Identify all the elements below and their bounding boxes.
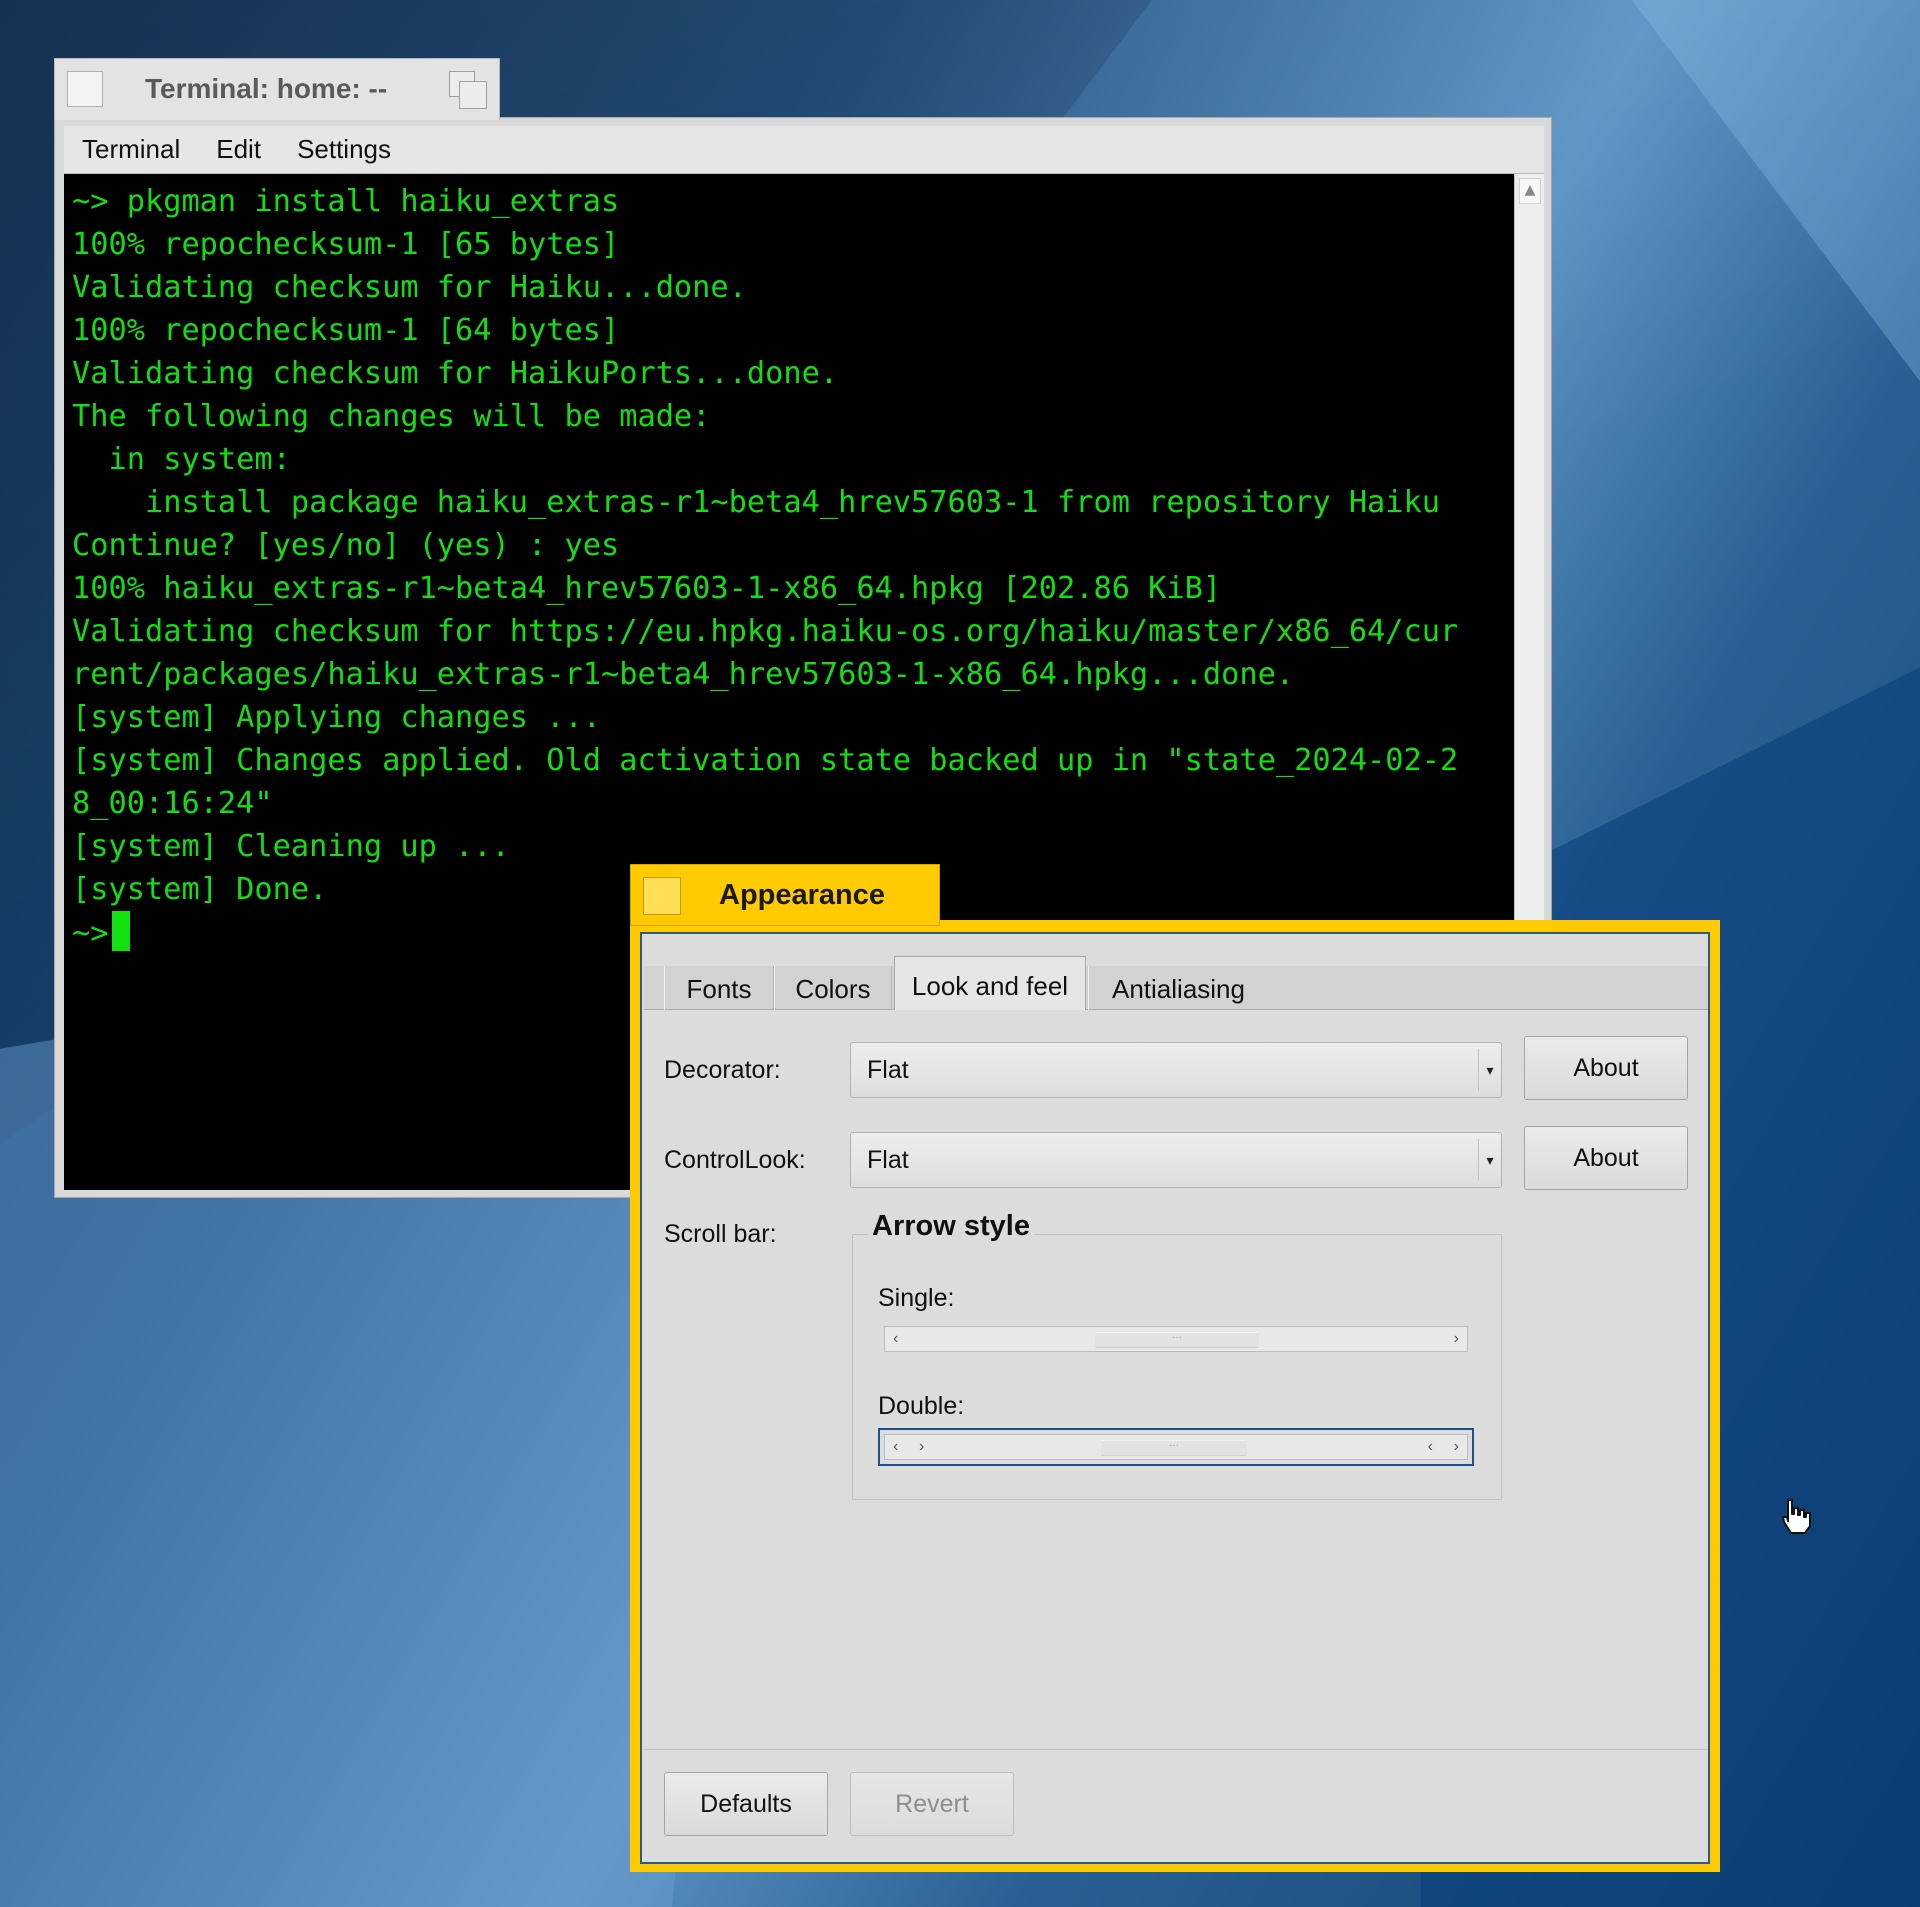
scroll-bar-label: Scroll bar: [664,1220,777,1248]
decorator-about-button[interactable]: About [1524,1036,1688,1100]
zoom-icon[interactable] [449,71,487,109]
double-arrow-scrollbar-option[interactable]: ‹ › ··· ‹ › [884,1434,1468,1460]
arrow-left-icon: ‹ [1427,1438,1433,1455]
single-arrow-scrollbar-option[interactable]: ‹ ··· › [884,1326,1468,1352]
controllook-label: ControlLook: [664,1146,806,1174]
menu-settings[interactable]: Settings [279,134,409,165]
scrollbar-thumb: ··· [1101,1440,1247,1456]
appearance-window-title: Appearance [719,879,886,911]
terminal-line: Validating checksum for Haiku...done. [72,270,747,305]
arrow-right-icon: › [1453,1438,1459,1455]
tab-fonts[interactable]: Fonts [664,966,774,1010]
terminal-line: [system] Applying changes ... [72,700,601,735]
terminal-line: install package haiku_extras-r1~beta4_hr… [72,485,1441,520]
chevron-down-icon: ▾ [1478,1139,1501,1181]
terminal-line: Validating checksum for https://eu.hpkg.… [72,614,1459,649]
terminal-line: ~> pkgman install haiku_extras [72,184,620,219]
arrow-style-title: Arrow style [868,1210,1034,1243]
menu-edit[interactable]: Edit [198,134,279,165]
terminal-line: in system: [72,442,291,477]
tab-look-and-feel[interactable]: Look and feel [894,956,1086,1010]
chevron-down-icon: ▾ [1478,1049,1501,1091]
defaults-button[interactable]: Defaults [664,1772,828,1836]
terminal-line: 100% haiku_extras-r1~beta4_hrev57603-1-x… [72,571,1222,606]
revert-button[interactable]: Revert [850,1772,1014,1836]
hand-pointer-icon [1782,1499,1811,1534]
terminal-menubar: Terminal Edit Settings [64,126,1544,174]
tab-bar: Fonts Colors Look and feel Antialiasing [644,956,1708,1010]
terminal-title-tab[interactable]: Terminal: home: -- [54,58,500,120]
controllook-value: Flat [867,1146,909,1174]
divider [644,1749,1708,1750]
arrow-right-icon: › [919,1438,925,1455]
arrow-left-icon: ‹ [893,1330,899,1347]
terminal-line: [system] Cleaning up ... [72,829,510,864]
terminal-line: 100% repochecksum-1 [64 bytes] [72,313,620,348]
arrow-right-icon: › [1453,1330,1459,1347]
terminal-prompt-line: ~> [72,911,131,955]
scroll-up-arrow-icon[interactable]: ▲ [1519,178,1541,204]
appearance-title-tab[interactable]: Appearance [630,864,940,926]
menu-terminal[interactable]: Terminal [64,134,198,165]
terminal-line: [system] Changes applied. Old activation… [72,743,1459,778]
close-icon[interactable] [643,877,681,915]
terminal-prompt: ~> [72,916,109,951]
terminal-line: Validating checksum for HaikuPorts...don… [72,356,839,391]
terminal-line: Continue? [yes/no] (yes) : yes [72,528,620,563]
arrow-left-icon: ‹ [893,1438,899,1455]
text-cursor [112,911,131,951]
terminal-line: rent/packages/haiku_extras-r1~beta4_hrev… [72,657,1295,692]
tab-antialiasing[interactable]: Antialiasing [1088,966,1268,1010]
terminal-window-title: Terminal: home: -- [145,73,388,104]
terminal-line: [system] Done. [72,872,328,907]
controllook-menu[interactable]: Flat ▾ [850,1132,1502,1188]
terminal-line: The following changes will be made: [72,399,711,434]
close-icon[interactable] [67,71,103,107]
controllook-about-button[interactable]: About [1524,1126,1688,1190]
decorator-value: Flat [867,1056,909,1084]
terminal-line: 100% repochecksum-1 [65 bytes] [72,227,620,262]
decorator-label: Decorator: [664,1056,781,1084]
terminal-line: 8_00:16:24" [72,786,273,821]
scrollbar-thumb: ··· [1095,1332,1259,1348]
double-arrow-label: Double: [878,1392,965,1420]
decorator-menu[interactable]: Flat ▾ [850,1042,1502,1098]
single-arrow-label: Single: [878,1284,955,1312]
appearance-window: Fonts Colors Look and feel Antialiasing … [640,932,1710,1864]
tab-colors[interactable]: Colors [774,966,892,1010]
